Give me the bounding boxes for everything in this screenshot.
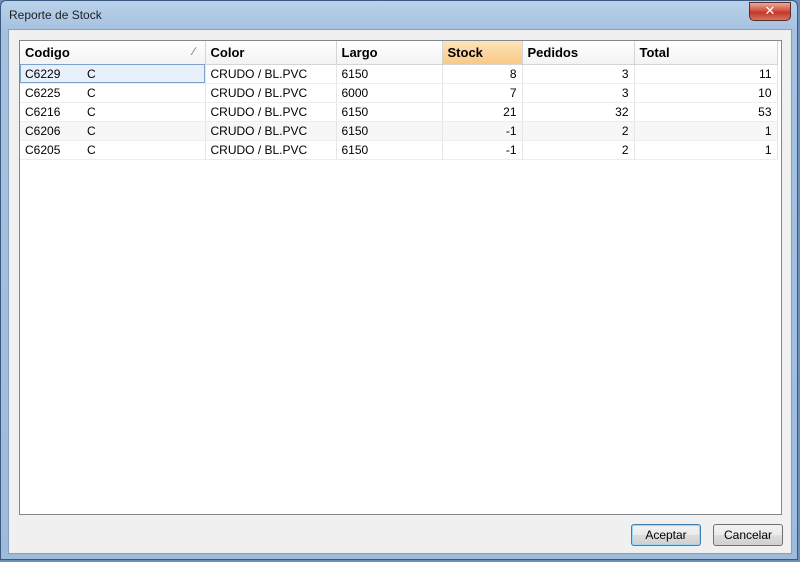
close-button[interactable]: ✕ — [749, 2, 791, 21]
code-value: C6205 — [25, 142, 61, 157]
header-row: Codigo ∕ Color Largo Stock Pedidos Total — [20, 41, 778, 65]
cell-color[interactable]: CRUDO / BL.PVC — [205, 102, 337, 122]
accept-button[interactable]: Aceptar — [631, 524, 701, 546]
cell-stock[interactable]: 8 — [442, 64, 523, 84]
cell-codigo[interactable]: C6206 C — [20, 121, 206, 141]
column-header-pedidos[interactable]: Pedidos — [522, 41, 635, 65]
table-row[interactable]: C6206 C CRUDO / BL.PVC 6150 -1 2 1 — [20, 121, 778, 141]
cell-total[interactable]: 1 — [634, 121, 778, 141]
cell-color[interactable]: CRUDO / BL.PVC — [205, 121, 337, 141]
cell-total[interactable]: 10 — [634, 83, 778, 103]
cell-pedidos[interactable]: 3 — [522, 64, 635, 84]
column-header-codigo[interactable]: Codigo ∕ — [20, 41, 206, 65]
column-header-label: Total — [639, 44, 670, 60]
cell-pedidos[interactable]: 3 — [522, 83, 635, 103]
column-header-label: Color — [210, 44, 245, 60]
column-header-label: Stock — [447, 44, 483, 60]
code-value: C6206 — [25, 123, 61, 138]
window-title: Reporte de Stock — [9, 8, 102, 22]
cell-stock[interactable]: 7 — [442, 83, 523, 103]
cell-color[interactable]: CRUDO / BL.PVC — [205, 64, 337, 84]
cell-color[interactable]: CRUDO / BL.PVC — [205, 83, 337, 103]
cell-total[interactable]: 1 — [634, 140, 778, 160]
cell-stock[interactable]: -1 — [442, 140, 523, 160]
column-header-label: Largo — [341, 44, 378, 60]
column-header-total[interactable]: Total — [634, 41, 778, 65]
cell-pedidos[interactable]: 2 — [522, 121, 635, 141]
table-row[interactable]: C6205 C CRUDO / BL.PVC 6150 -1 2 1 — [20, 140, 778, 160]
code-value: C6229 — [25, 66, 61, 81]
cell-pedidos[interactable]: 2 — [522, 140, 635, 160]
cell-codigo[interactable]: C6229 C — [20, 64, 206, 84]
title-bar[interactable]: Reporte de Stock ✕ — [1, 1, 797, 29]
code-suffix: C — [87, 66, 96, 81]
column-header-largo[interactable]: Largo — [336, 41, 443, 65]
cancel-button[interactable]: Cancelar — [713, 524, 783, 546]
table-row[interactable]: C6225 C CRUDO / BL.PVC 6000 7 3 10 — [20, 83, 778, 103]
sort-icon: ∕ — [192, 46, 195, 58]
cell-largo[interactable]: 6000 — [336, 83, 443, 103]
cell-total[interactable]: 11 — [634, 64, 778, 84]
cell-largo[interactable]: 6150 — [336, 121, 443, 141]
code-suffix: C — [87, 104, 96, 119]
cell-largo[interactable]: 6150 — [336, 102, 443, 122]
stock-table: Codigo ∕ Color Largo Stock Pedidos Total… — [20, 41, 778, 160]
report-window: Reporte de Stock ✕ Codigo ∕ Color Largo … — [0, 0, 798, 560]
code-suffix: C — [87, 142, 96, 157]
cell-codigo[interactable]: C6216 C — [20, 102, 206, 122]
close-icon: ✕ — [764, 4, 776, 19]
table-row[interactable]: C6229 C CRUDO / BL.PVC 6150 8 3 11 — [20, 64, 778, 84]
column-header-label: Codigo — [25, 44, 70, 60]
column-header-stock[interactable]: Stock — [442, 41, 523, 65]
cell-codigo[interactable]: C6225 C — [20, 83, 206, 103]
code-value: C6216 — [25, 104, 61, 119]
cell-total[interactable]: 53 — [634, 102, 778, 122]
dialog-body: Codigo ∕ Color Largo Stock Pedidos Total… — [8, 29, 792, 554]
cell-stock[interactable]: -1 — [442, 121, 523, 141]
stock-grid: Codigo ∕ Color Largo Stock Pedidos Total… — [19, 40, 782, 515]
cell-stock[interactable]: 21 — [442, 102, 523, 122]
cell-largo[interactable]: 6150 — [336, 140, 443, 160]
table-row[interactable]: C6216 C CRUDO / BL.PVC 6150 21 32 53 — [20, 102, 778, 122]
column-header-label: Pedidos — [527, 44, 579, 60]
cell-codigo[interactable]: C6205 C — [20, 140, 206, 160]
cell-largo[interactable]: 6150 — [336, 64, 443, 84]
code-suffix: C — [87, 123, 96, 138]
column-header-color[interactable]: Color — [205, 41, 337, 65]
code-suffix: C — [87, 85, 96, 100]
cell-color[interactable]: CRUDO / BL.PVC — [205, 140, 337, 160]
cell-pedidos[interactable]: 32 — [522, 102, 635, 122]
code-value: C6225 — [25, 85, 61, 100]
